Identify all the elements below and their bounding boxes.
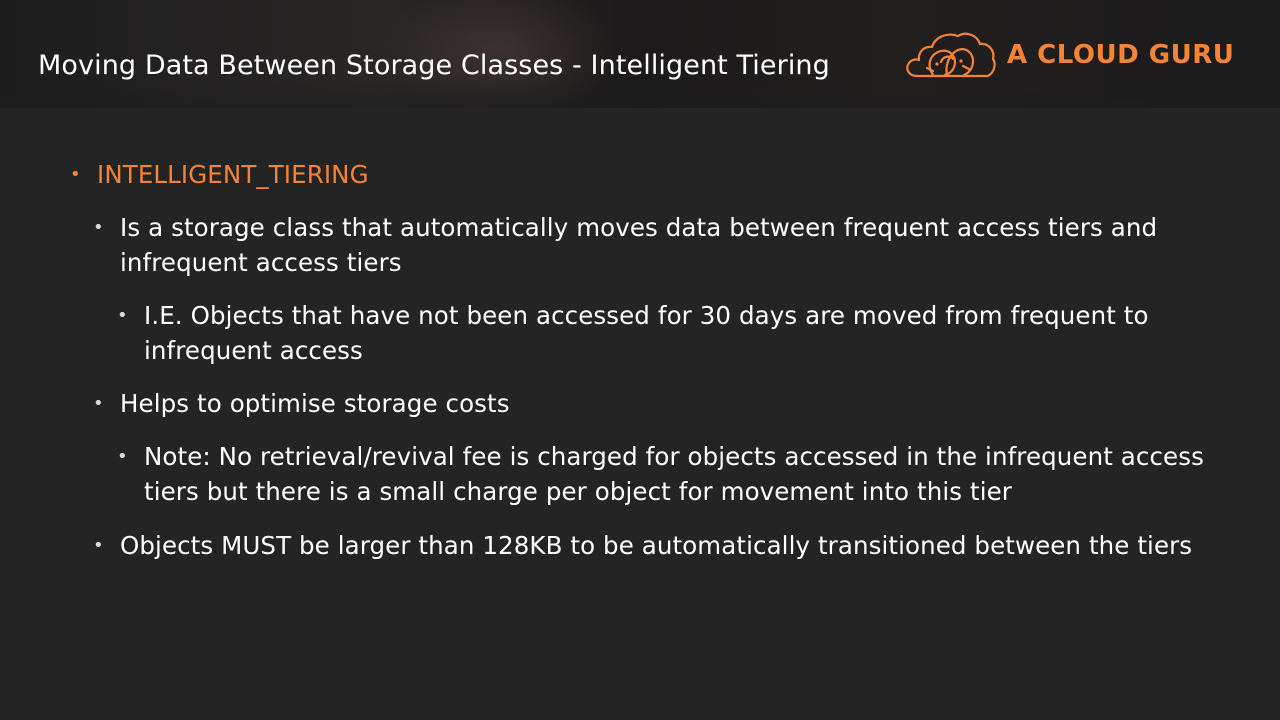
bullet-level1: • INTELLIGENT_TIERING — [70, 157, 1197, 192]
bullet-text: Objects MUST be larger than 128KB to be … — [120, 531, 1193, 560]
slide-header: Moving Data Between Storage Classes - In… — [0, 0, 1280, 108]
cloud-logo-icon — [906, 32, 996, 78]
bullet-level2: • Objects MUST be larger than 128KB to b… — [93, 528, 1220, 563]
bullet-dot: • — [93, 217, 104, 238]
brand-logo: A CLOUD GURU — [903, 28, 1234, 82]
bullet-text: Helps to optimise storage costs — [120, 389, 510, 418]
bullet-text: Is a storage class that automatically mo… — [120, 213, 1158, 277]
bullet-dot: • — [117, 305, 128, 326]
bullet-text: I.E. Objects that have not been accessed… — [144, 301, 1149, 365]
bullet-text: INTELLIGENT_TIERING — [97, 160, 369, 189]
bullet-dot: • — [117, 446, 128, 467]
bullet-level3: • I.E. Objects that have not been access… — [117, 298, 1204, 368]
logo-text: A CLOUD GURU — [1007, 40, 1235, 70]
slide-title: Moving Data Between Storage Classes - In… — [38, 50, 830, 81]
bullet-level2: • Helps to optimise storage costs — [93, 386, 1210, 421]
bullet-level2: • Is a storage class that automatically … — [93, 210, 1210, 280]
bullet-level3: • Note: No retrieval/revival fee is char… — [117, 439, 1204, 509]
bullet-text: Note: No retrieval/revival fee is charge… — [144, 442, 1204, 506]
bullet-dot: • — [70, 164, 81, 185]
slide: Moving Data Between Storage Classes - In… — [0, 0, 1280, 720]
bullet-dot: • — [93, 393, 104, 414]
bullet-dot: • — [93, 535, 104, 556]
